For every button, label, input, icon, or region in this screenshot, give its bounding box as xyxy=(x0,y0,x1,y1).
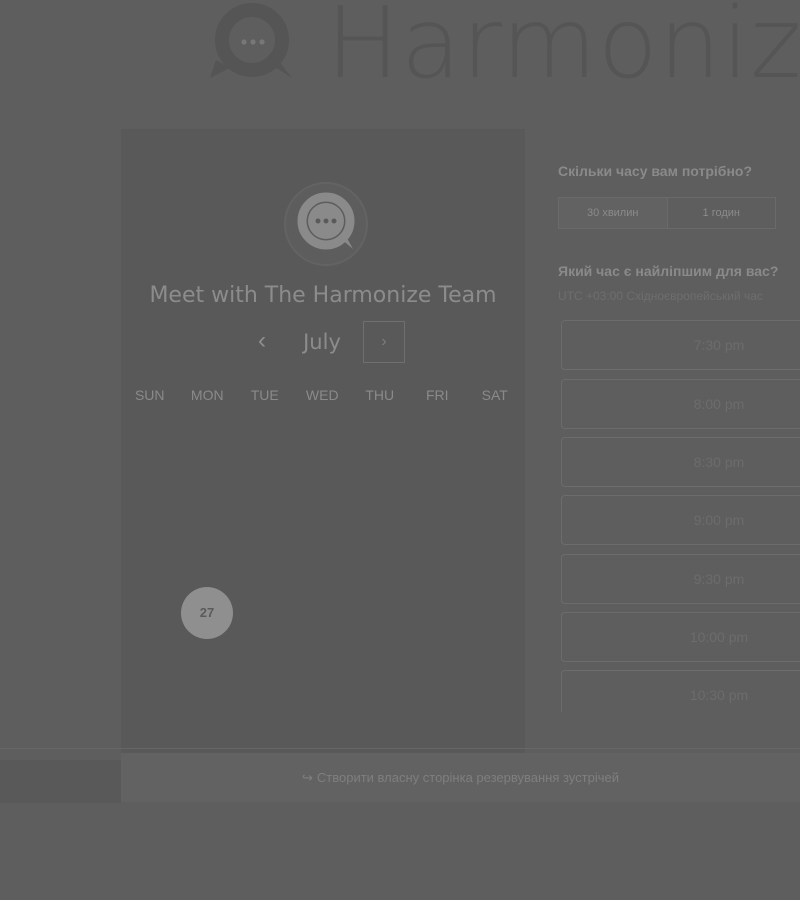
brand-header: Harmonize xyxy=(206,0,800,110)
time-slot-label: 8:30 pm xyxy=(693,454,745,470)
time-slot-label: 10:30 pm xyxy=(689,687,749,703)
create-booking-page-link[interactable]: ↪ Створити власну сторінка резервування з… xyxy=(121,753,800,802)
footer-divider xyxy=(0,748,800,749)
calendar-panel: Meet with The Harmonize Team ‹ July › SU… xyxy=(121,129,525,753)
chat-logo-icon xyxy=(284,182,368,266)
time-slot-label: 8:00 pm xyxy=(693,396,745,412)
calendar-day-selected[interactable]: 27 xyxy=(181,587,233,639)
weekday-thu: THU xyxy=(365,387,395,403)
weekday-fri: FRI xyxy=(425,387,449,403)
time-slot-label: 9:00 pm xyxy=(693,512,745,528)
brand-name: Harmonize xyxy=(326,0,800,101)
weekday-sat: SAT xyxy=(481,387,508,403)
time-slot-button[interactable]: 7:30 pm xyxy=(561,320,800,370)
duration-30-min-button[interactable]: 30 хвилин xyxy=(559,198,668,228)
meeting-title: Meet with The Harmonize Team xyxy=(149,283,497,308)
create-booking-page-label: Створити власну сторінка резервування зу… xyxy=(316,770,619,785)
time-slot-button[interactable]: 10:30 pm xyxy=(561,670,800,712)
duration-1-hour-button[interactable]: 1 годин xyxy=(668,198,776,228)
weekday-tue: TUE xyxy=(250,387,279,403)
time-question: Який час є найліпшим для вас? xyxy=(558,263,779,279)
time-slot-button[interactable]: 10:00 pm xyxy=(561,612,800,662)
footer-left-strip xyxy=(0,760,121,803)
harmonize-logo-icon xyxy=(210,3,292,78)
footer-bar: ↪ Створити власну сторінка резервування з… xyxy=(121,753,800,802)
time-slot-button[interactable]: 9:00 pm xyxy=(561,495,800,545)
time-slot-label: 9:30 pm xyxy=(693,571,745,587)
duration-selector: 30 хвилин 1 годин xyxy=(558,197,776,229)
weekday-mon: MON xyxy=(190,387,224,403)
weekday-header: SUN MON TUE WED THU FRI SAT xyxy=(121,387,525,407)
weekday-sun: SUN xyxy=(134,387,165,403)
month-navigation: ‹ July › xyxy=(121,321,525,363)
next-month-button[interactable]: › xyxy=(363,321,405,363)
weekday-wed: WED xyxy=(305,387,339,403)
time-slot-button[interactable]: 8:30 pm xyxy=(561,437,800,487)
duration-question: Скільки часу вам потрібно? xyxy=(558,163,753,179)
time-slot-button[interactable]: 8:00 pm xyxy=(561,379,800,429)
time-slot-list[interactable]: 7:30 pm 8:00 pm 8:30 pm 9:00 pm 9:30 pm … xyxy=(561,320,800,712)
timezone-label[interactable]: UTC +03:00 Східноєвропейський час xyxy=(558,289,800,303)
time-slot-button[interactable]: 9:30 pm xyxy=(561,554,800,604)
time-slot-label: 7:30 pm xyxy=(693,337,745,353)
current-month: July xyxy=(303,330,341,354)
prev-month-button[interactable]: ‹ xyxy=(249,327,275,355)
sprocket-icon: ↪ xyxy=(302,770,313,785)
time-slot-label: 10:00 pm xyxy=(689,629,749,645)
